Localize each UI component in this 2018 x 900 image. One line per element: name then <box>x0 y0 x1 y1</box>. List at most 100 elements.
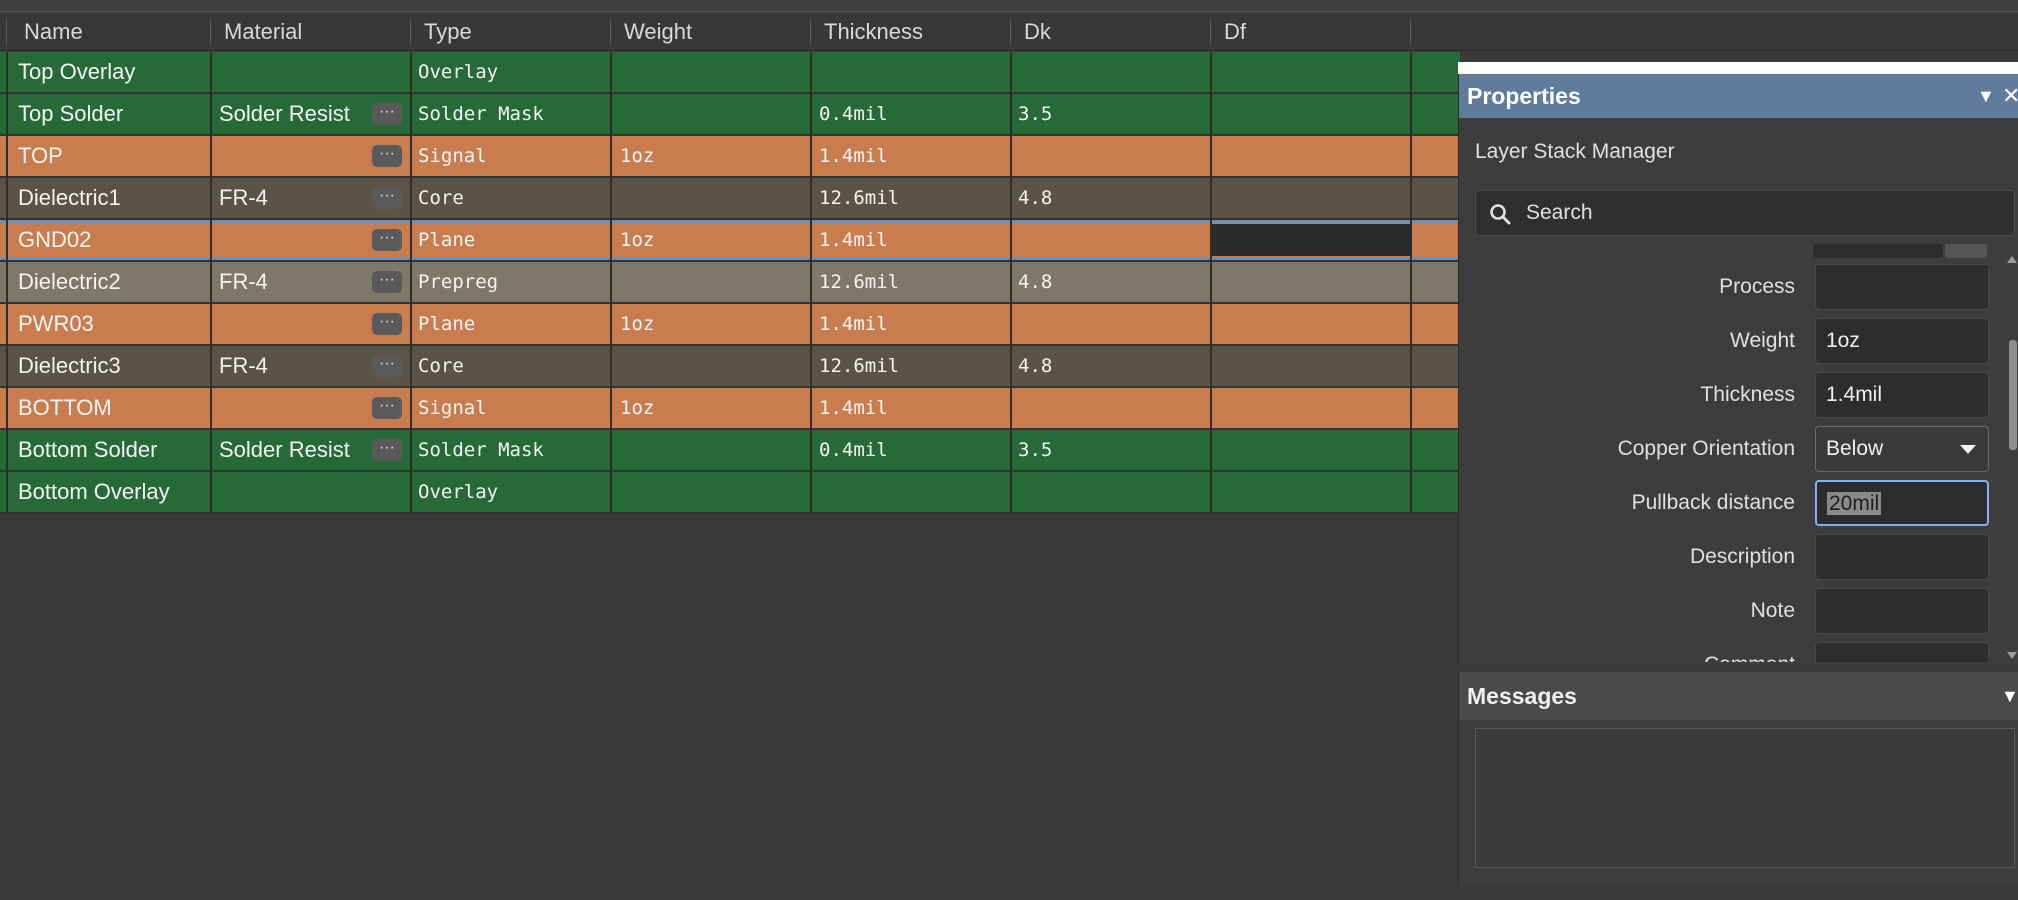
layer-row[interactable]: Dielectric2 FR-4 Prepreg 12.6mil 4.8 ··· <box>0 262 1460 304</box>
column-header-name[interactable]: Name <box>10 13 83 51</box>
cell-material[interactable]: FR-4 <box>219 178 268 218</box>
cell-thickness[interactable]: 1.4mil <box>819 304 888 344</box>
cell-thickness[interactable]: 12.6mil <box>819 178 899 218</box>
row-divider <box>410 472 412 514</box>
cell-material[interactable]: FR-4 <box>219 262 268 302</box>
cell-name[interactable]: Top Overlay <box>18 52 135 92</box>
panel-menu-icon[interactable]: ▼ <box>2001 672 2018 720</box>
row-divider <box>1010 388 1012 430</box>
cell-type[interactable]: Plane <box>418 220 475 260</box>
search-input[interactable] <box>1526 191 1996 235</box>
material-browse-button[interactable]: ··· <box>372 355 402 377</box>
cell-thickness[interactable]: 0.4mil <box>819 94 888 134</box>
column-header-df[interactable]: Df <box>1210 13 1246 51</box>
scroll-down-icon[interactable] <box>2007 652 2017 659</box>
cell-material[interactable]: Solder Resist <box>219 430 350 470</box>
cell-weight[interactable]: 1oz <box>620 388 654 428</box>
property-field[interactable] <box>1815 588 1989 634</box>
cell-thickness[interactable]: 12.6mil <box>819 262 899 302</box>
messages-list[interactable] <box>1475 728 2015 868</box>
property-field[interactable] <box>1815 264 1989 310</box>
property-field[interactable]: 20mil <box>1815 480 1989 526</box>
cell-dk[interactable]: 4.8 <box>1018 346 1052 386</box>
df-edit-cell[interactable] <box>1212 224 1412 256</box>
material-browse-button[interactable]: ··· <box>372 271 402 293</box>
cell-type[interactable]: Signal <box>418 388 487 428</box>
layer-row[interactable]: PWR03 Plane 1oz 1.4mil ··· <box>0 304 1460 346</box>
column-header-dk[interactable]: Dk <box>1010 13 1051 51</box>
cell-weight[interactable]: 1oz <box>620 304 654 344</box>
panel-menu-icon[interactable]: ▼ <box>1977 74 1995 118</box>
cell-thickness[interactable]: 1.4mil <box>819 136 888 176</box>
scroll-up-icon[interactable] <box>2007 256 2017 263</box>
cell-name[interactable]: PWR03 <box>18 304 94 344</box>
property-field[interactable]: 1.4mil <box>1815 372 1989 418</box>
row-divider <box>810 220 812 262</box>
material-browse-button[interactable]: ··· <box>372 397 402 419</box>
cell-name[interactable]: Bottom Overlay <box>18 472 170 512</box>
layer-row[interactable]: GND02 Plane 1oz 1.4mil ··· <box>0 220 1460 262</box>
column-header-type[interactable]: Type <box>410 13 472 51</box>
row-divider <box>810 178 812 220</box>
cell-type[interactable]: Core <box>418 178 464 218</box>
layer-row[interactable]: BOTTOM Signal 1oz 1.4mil ··· <box>0 388 1460 430</box>
material-browse-button[interactable]: ··· <box>372 103 402 125</box>
cell-type[interactable]: Plane <box>418 304 475 344</box>
cell-type[interactable]: Solder Mask <box>418 94 544 134</box>
cell-material[interactable]: FR-4 <box>219 346 268 386</box>
search-box[interactable] <box>1475 190 2015 236</box>
cell-name[interactable]: Dielectric2 <box>18 262 121 302</box>
layer-row[interactable]: TOP Signal 1oz 1.4mil ··· <box>0 136 1460 178</box>
row-divider <box>610 346 612 388</box>
cell-type[interactable]: Prepreg <box>418 262 498 302</box>
cell-type[interactable]: Core <box>418 346 464 386</box>
column-header-weight[interactable]: Weight <box>610 13 692 51</box>
cell-name[interactable]: TOP <box>18 136 63 176</box>
scrollbar-thumb[interactable] <box>2009 340 2017 450</box>
cell-material[interactable]: Solder Resist <box>219 94 350 134</box>
close-icon[interactable]: ✕ <box>2002 74 2018 118</box>
cell-weight[interactable]: 1oz <box>620 136 654 176</box>
cell-weight[interactable]: 1oz <box>620 220 654 260</box>
material-browse-button[interactable]: ··· <box>372 145 402 167</box>
property-field[interactable]: 1oz <box>1815 318 1989 364</box>
cell-name[interactable]: Dielectric1 <box>18 178 121 218</box>
property-value: Below <box>1826 437 1884 460</box>
layer-row[interactable]: Dielectric1 FR-4 Core 12.6mil 4.8 ··· <box>0 178 1460 220</box>
cell-thickness[interactable]: 1.4mil <box>819 220 888 260</box>
material-browse-button[interactable]: ··· <box>372 229 402 251</box>
column-separator[interactable] <box>6 19 7 45</box>
material-browse-button[interactable]: ··· <box>372 313 402 335</box>
property-field[interactable] <box>1815 642 1989 662</box>
property-field[interactable]: Below <box>1815 426 1989 472</box>
material-browse-button[interactable]: ··· <box>372 187 402 209</box>
cell-dk[interactable]: 3.5 <box>1018 94 1052 134</box>
cell-type[interactable]: Solder Mask <box>418 430 544 470</box>
layer-row[interactable]: Top Overlay Overlay <box>0 52 1460 94</box>
column-separator[interactable] <box>1410 19 1411 45</box>
cell-thickness[interactable]: 0.4mil <box>819 430 888 470</box>
layer-row[interactable]: Top Solder Solder Resist Solder Mask 0.4mil… <box>0 94 1460 136</box>
cell-dk[interactable]: 4.8 <box>1018 262 1052 302</box>
cell-name[interactable]: Bottom Solder <box>18 430 157 470</box>
cell-name[interactable]: Dielectric3 <box>18 346 121 386</box>
cell-name[interactable]: BOTTOM <box>18 388 112 428</box>
chevron-down-icon[interactable] <box>1960 445 1976 454</box>
cell-name[interactable]: Top Solder <box>18 94 123 134</box>
cell-thickness[interactable]: 12.6mil <box>819 346 899 386</box>
cell-dk[interactable]: 4.8 <box>1018 178 1052 218</box>
properties-title: Properties <box>1467 83 1581 109</box>
cell-type[interactable]: Overlay <box>418 52 498 92</box>
property-field[interactable] <box>1815 534 1989 580</box>
layer-row[interactable]: Bottom Overlay Overlay <box>0 472 1460 514</box>
cell-name[interactable]: GND02 <box>18 220 91 260</box>
cell-type[interactable]: Signal <box>418 136 487 176</box>
cell-type[interactable]: Overlay <box>418 472 498 512</box>
layer-row[interactable]: Bottom Solder Solder Resist Solder Mask 0.4… <box>0 430 1460 472</box>
layer-row[interactable]: Dielectric3 FR-4 Core 12.6mil 4.8 ··· <box>0 346 1460 388</box>
cell-dk[interactable]: 3.5 <box>1018 430 1052 470</box>
column-header-thickness[interactable]: Thickness <box>810 13 923 51</box>
material-browse-button[interactable]: ··· <box>372 439 402 461</box>
cell-thickness[interactable]: 1.4mil <box>819 388 888 428</box>
column-header-material[interactable]: Material <box>210 13 302 51</box>
